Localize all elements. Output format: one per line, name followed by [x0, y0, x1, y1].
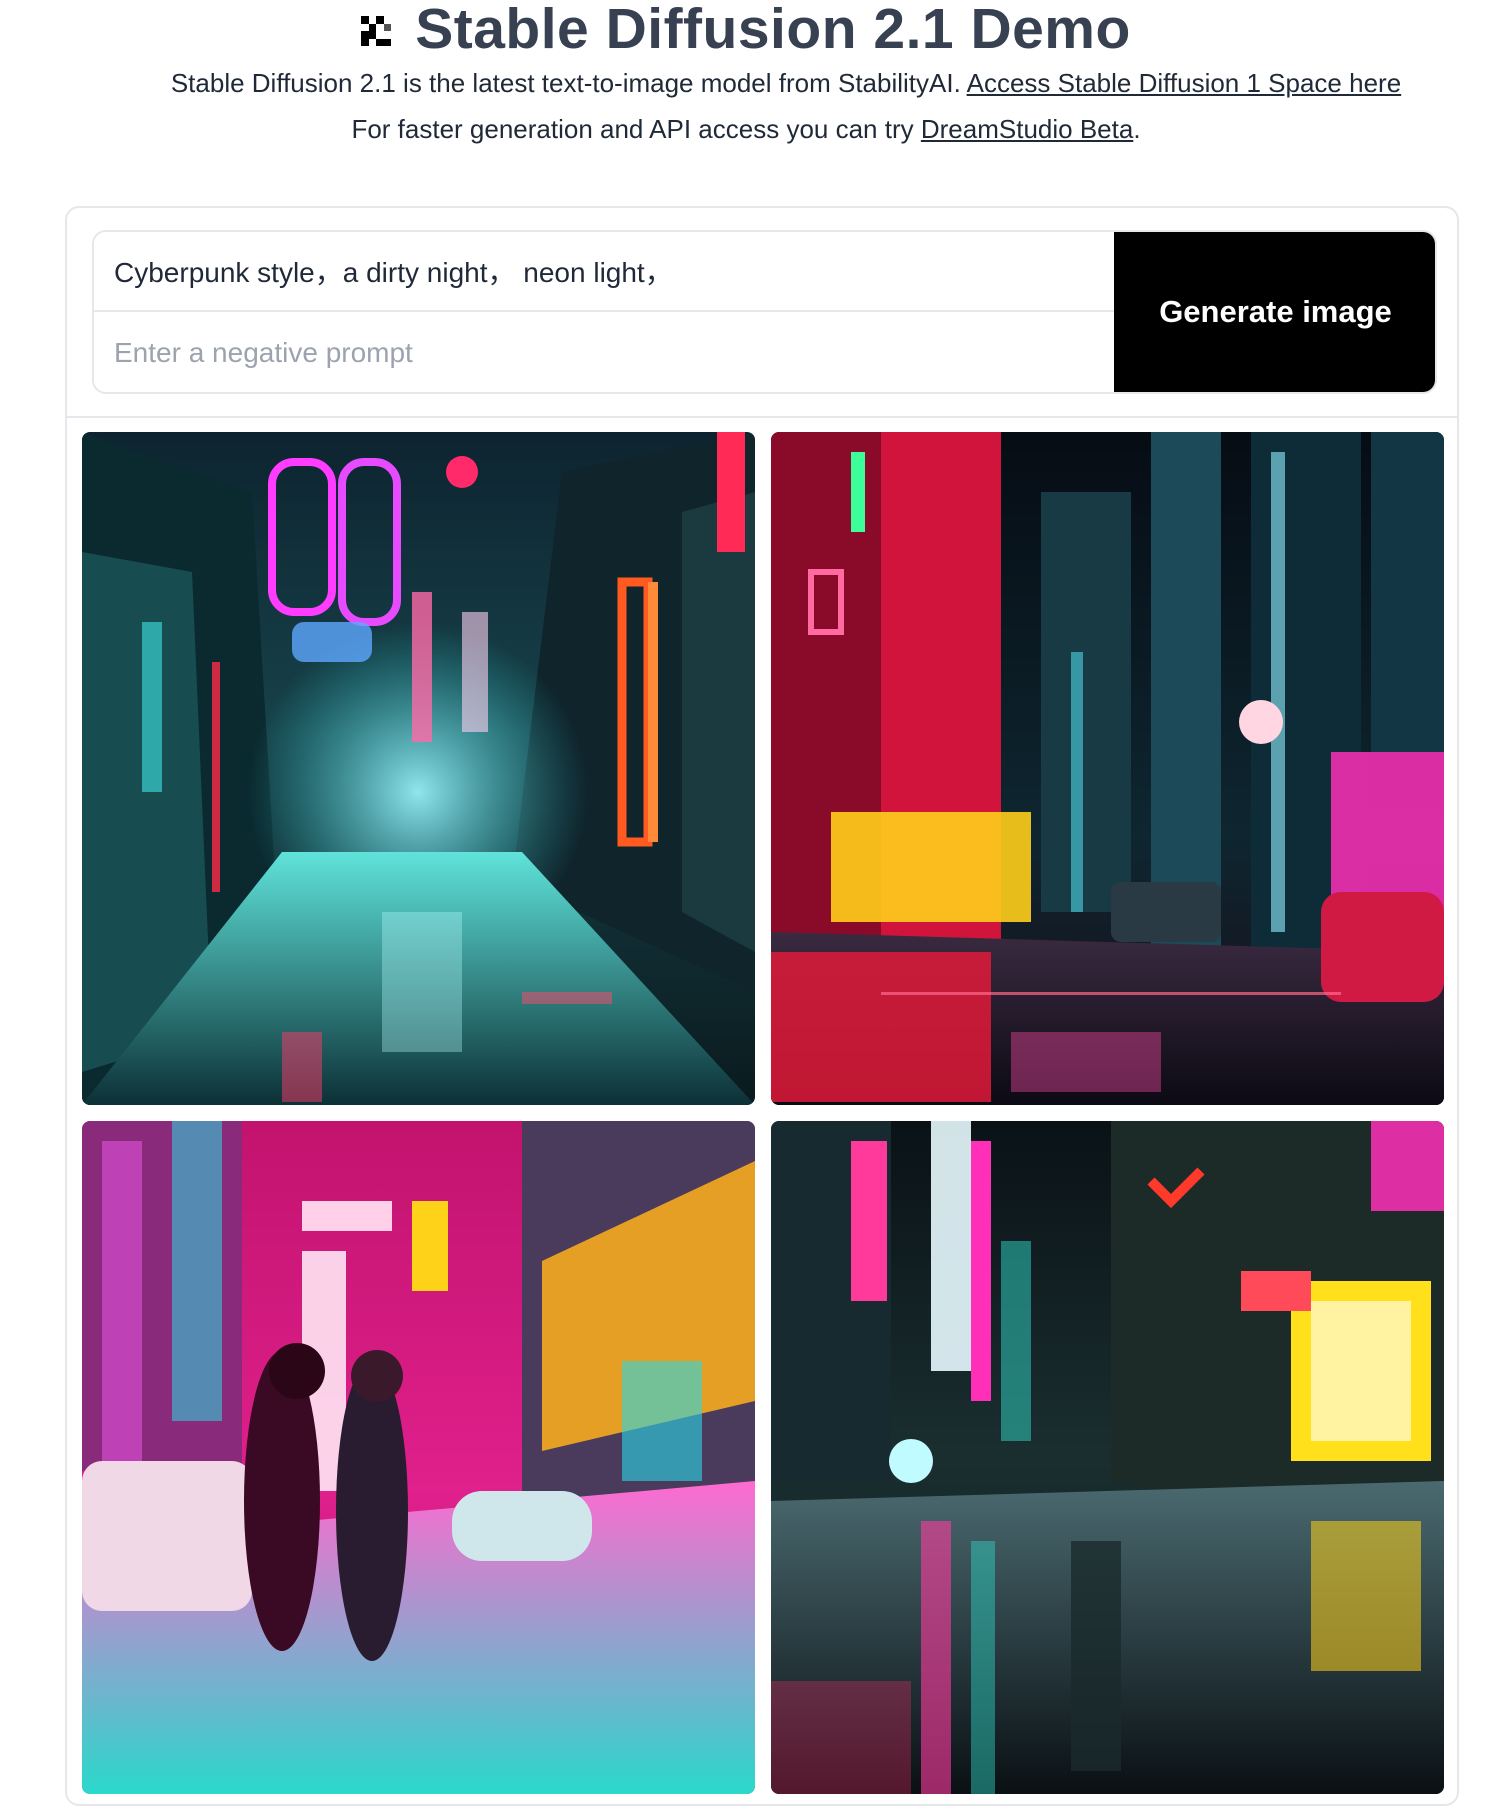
generated-image-2[interactable] [771, 432, 1444, 1105]
cyberpunk-walkers-image [82, 1121, 755, 1794]
page-title: Stable Diffusion 2.1 Demo [415, 0, 1131, 61]
description-text: Stable Diffusion 2.1 is the latest text-… [170, 68, 967, 98]
description-line: Stable Diffusion 2.1 is the latest text-… [40, 68, 1492, 99]
cyberpunk-alley-image [82, 432, 755, 1105]
generated-image-4[interactable] [771, 1121, 1444, 1794]
faster-text: For faster generation and API access you… [351, 114, 921, 144]
sd1-space-link[interactable]: Access Stable Diffusion 1 Space here [967, 68, 1402, 98]
prompt-input[interactable] [94, 232, 1114, 312]
dreamstudio-line: For faster generation and API access you… [0, 114, 1492, 145]
generate-image-button[interactable]: Generate image [1114, 232, 1435, 392]
cyberpunk-street-image [771, 432, 1444, 1105]
prompt-box: Generate image [92, 230, 1437, 394]
generated-image-3[interactable] [82, 1121, 755, 1794]
generated-image-1[interactable] [82, 432, 755, 1105]
faster-end: . [1133, 114, 1141, 144]
main-panel: Generate image [65, 206, 1459, 1806]
dreamstudio-link[interactable]: DreamStudio Beta [921, 114, 1133, 144]
cyberpunk-rain-image [771, 1121, 1444, 1794]
pixel-logo-icon [361, 16, 392, 46]
image-gallery [82, 432, 1447, 1794]
title-row: Stable Diffusion 2.1 Demo [0, 0, 1492, 58]
divider [67, 416, 1457, 418]
negative-prompt-input[interactable] [94, 314, 1114, 392]
